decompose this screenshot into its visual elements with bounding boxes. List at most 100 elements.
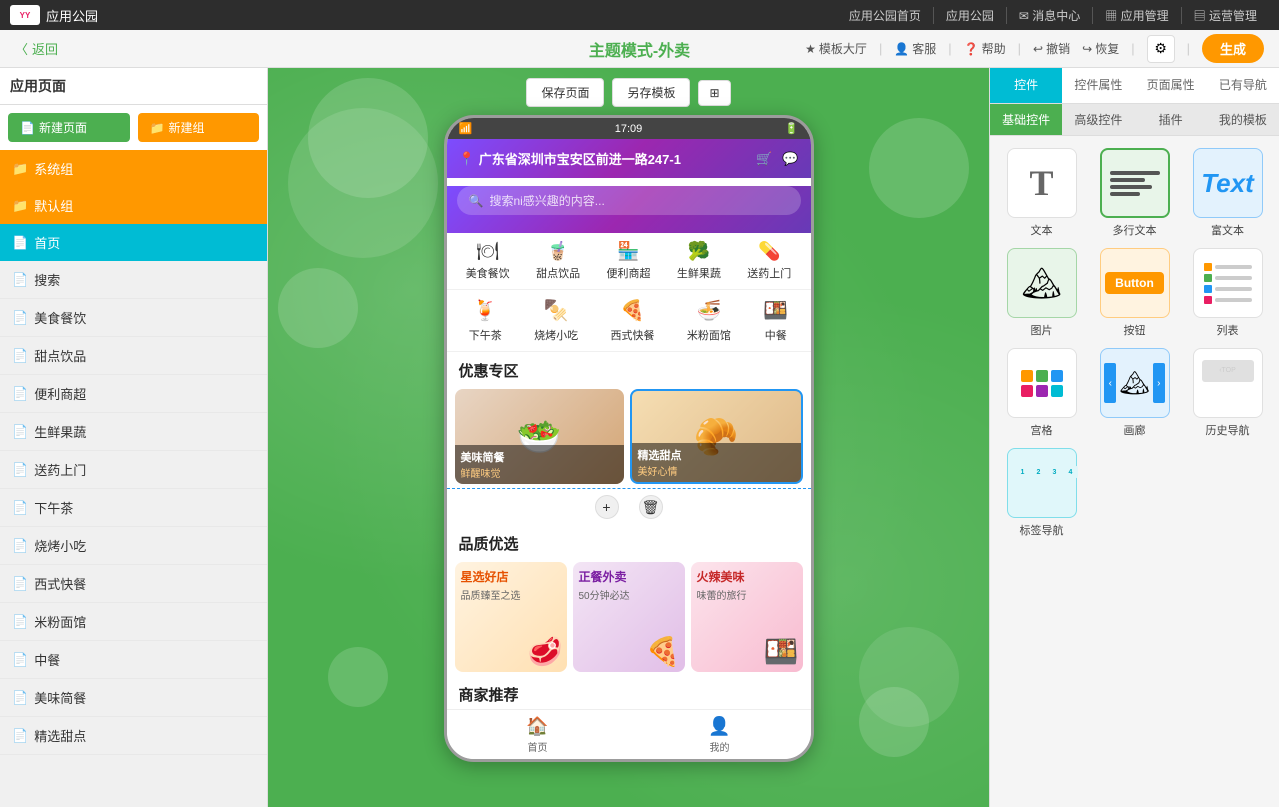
back-button[interactable]: 〈 返回: [15, 39, 58, 58]
sidebar-item-search[interactable]: 📄 搜索: [0, 261, 267, 299]
widget-richtext[interactable]: Text 富文本: [1186, 148, 1269, 238]
page-icon: 📄: [12, 538, 28, 554]
page-icon: 📄: [12, 272, 28, 288]
cart-icon[interactable]: 🛒: [756, 151, 772, 167]
tab-page-props[interactable]: 页面属性: [1135, 68, 1207, 103]
widget-tab-mytemplate[interactable]: 我的模板: [1207, 104, 1279, 135]
page-icon: 📄: [12, 348, 28, 364]
tab-controls[interactable]: 控件: [990, 68, 1062, 103]
widget-tab-basic[interactable]: 基础控件: [990, 104, 1062, 135]
quality-card-2[interactable]: 正餐外卖 50分钟必达 🍕: [573, 562, 685, 672]
template-hall-btn[interactable]: ★ 模板大厅: [805, 40, 867, 57]
widget-gallery[interactable]: ‹ 🏔 › 画廊: [1093, 348, 1176, 438]
subcat-western[interactable]: 🍕 西式快餐: [611, 298, 655, 343]
grid-widget-icon-box: [1007, 348, 1077, 418]
nav-link-app-manage[interactable]: ▦ 应用管理: [1093, 7, 1181, 24]
save-as-template-button[interactable]: 另存模板: [612, 78, 690, 107]
widget-tab-advanced[interactable]: 高级控件: [1062, 104, 1134, 135]
widget-grid-item[interactable]: 宫格: [1000, 348, 1083, 438]
promo-overlay-2: 精选甜点 美好心情: [632, 443, 801, 482]
widget-history[interactable]: ‹TOP 历史导航: [1186, 348, 1269, 438]
medicine-icon: 💊: [758, 241, 780, 262]
new-group-icon: 📁: [150, 121, 165, 135]
sidebar-item-noodle[interactable]: 📄 米粉面馆: [0, 603, 267, 641]
widget-text[interactable]: T 文本: [1000, 148, 1083, 238]
right-panel-tabs: 控件 控件属性 页面属性 已有导航: [990, 68, 1279, 104]
history-widget-label: 历史导航: [1206, 422, 1250, 438]
quality-section: 星选好店 品质臻至之选 🥩 正餐外卖 50分钟必达 🍕 火辣美味 味蕾的旅行: [447, 558, 811, 676]
text-icon: T: [1029, 162, 1053, 204]
widget-button[interactable]: Button 按钮: [1093, 248, 1176, 338]
sidebar-item-dessert[interactable]: 📄 甜点饮品: [0, 337, 267, 375]
folder-icon: 📁: [12, 161, 28, 177]
new-page-button[interactable]: 📄 新建页面: [8, 113, 130, 142]
image-icon: 🏔: [1021, 264, 1062, 302]
settings-button[interactable]: ⚙: [1147, 35, 1175, 63]
sidebar-item-home[interactable]: 📄 首页: [0, 224, 267, 261]
page-icon: 📄: [12, 652, 28, 668]
promo-section-title: 优惠专区: [447, 352, 811, 385]
sidebar-item-medicine[interactable]: 📄 送药上门: [0, 451, 267, 489]
sidebar-item-system[interactable]: 📁 系统组: [0, 150, 267, 187]
signal-icon: 📶: [459, 122, 473, 135]
quality-card-3[interactable]: 火辣美味 味蕾的旅行 🍱: [691, 562, 803, 672]
promo-card-1[interactable]: 🥗 美味简餐 鲜醒味觉: [455, 389, 624, 484]
widget-tabnav[interactable]: 1 2 3 4 标签导航: [1000, 448, 1083, 538]
settings-icon-button[interactable]: ⊞: [698, 80, 730, 106]
nav-link-park[interactable]: 应用公园: [934, 7, 1007, 24]
subcat-tea[interactable]: 🍹 下午茶: [469, 298, 502, 343]
sidebar-item-default[interactable]: 📁 默认组: [0, 187, 267, 224]
quality-card-1[interactable]: 星选好店 品质臻至之选 🥩: [455, 562, 567, 672]
bottom-nav-mine[interactable]: 👤 我的: [629, 716, 811, 754]
customer-service-btn[interactable]: 👤 客服: [894, 40, 936, 57]
undo-btn[interactable]: ↩ 撤销: [1033, 40, 1070, 57]
top-nav-links: 应用公园首页 应用公园 ✉ 消息中心 ▦ 应用管理 ▤ 运营管理: [837, 7, 1269, 24]
sidebar-item-chinese[interactable]: 📄 中餐: [0, 641, 267, 679]
subcat-bbq[interactable]: 🍢 烧烤小吃: [534, 298, 578, 343]
sidebar-item-fresh[interactable]: 📄 生鲜果蔬: [0, 413, 267, 451]
sidebar-item-simple-meal[interactable]: 📄 美味简餐: [0, 679, 267, 717]
help-btn[interactable]: ❓ 帮助: [964, 40, 1006, 57]
bottom-nav-home[interactable]: 🏠 首页: [447, 716, 629, 754]
subcat-chinese[interactable]: 🍱 中餐: [763, 298, 788, 343]
generate-button[interactable]: 生成: [1202, 34, 1264, 63]
search-icon: 🔍: [469, 194, 484, 208]
back-chevron-icon: 〈: [15, 39, 28, 58]
nav-link-message[interactable]: ✉ 消息中心: [1007, 7, 1093, 24]
quality-food-icon-3: 🍱: [764, 635, 799, 668]
category-medicine[interactable]: 💊 送药上门: [747, 241, 791, 281]
sidebar-item-food[interactable]: 📄 美食餐饮: [0, 299, 267, 337]
home-icon: 🏠: [526, 716, 548, 737]
sidebar-item-afternoon-tea[interactable]: 📄 下午茶: [0, 489, 267, 527]
category-dessert[interactable]: 🧋 甜点饮品: [536, 241, 580, 281]
tab-control-props[interactable]: 控件属性: [1062, 68, 1134, 103]
widget-multitext[interactable]: 多行文本: [1093, 148, 1176, 238]
sidebar-item-bbq[interactable]: 📄 烧烤小吃: [0, 527, 267, 565]
widget-tab-plugin[interactable]: 插件: [1135, 104, 1207, 135]
phone-search-bar[interactable]: 🔍 搜索ni感兴趣的内容...: [457, 186, 801, 215]
page-icon: 📄: [12, 728, 28, 744]
nav-link-ops[interactable]: ▤ 运营管理: [1182, 7, 1269, 24]
subcat-noodle[interactable]: 🍜 米粉面馆: [687, 298, 731, 343]
chat-icon[interactable]: 💬: [782, 151, 798, 167]
sidebar-item-sweet[interactable]: 📄 精选甜点: [0, 717, 267, 755]
save-page-button[interactable]: 保存页面: [526, 78, 604, 107]
sidebar-item-convenience[interactable]: 📄 便利商超: [0, 375, 267, 413]
widget-grid: T 文本 多行文本 Text: [990, 136, 1279, 550]
back-label: 返回: [32, 39, 58, 58]
phone-bottom-nav: 🏠 首页 👤 我的: [447, 709, 811, 759]
page-icon: 📄: [12, 235, 28, 251]
redo-btn[interactable]: ↪ 恢复: [1082, 40, 1119, 57]
widget-list[interactable]: 列表: [1186, 248, 1269, 338]
category-food[interactable]: 🍽 美食餐饮: [466, 241, 510, 281]
new-group-button[interactable]: 📁 新建组: [138, 113, 260, 142]
widget-image[interactable]: 🏔 图片: [1000, 248, 1083, 338]
add-promo-button[interactable]: +: [595, 495, 619, 519]
category-fresh[interactable]: 🥦 生鲜果蔬: [677, 241, 721, 281]
sidebar-item-western[interactable]: 📄 西式快餐: [0, 565, 267, 603]
tab-existing-nav[interactable]: 已有导航: [1207, 68, 1279, 103]
category-convenience[interactable]: 🏪 便利商超: [606, 241, 650, 281]
promo-card-2[interactable]: 🥐 精选甜点 美好心情: [630, 389, 803, 484]
delete-promo-button[interactable]: 🗑: [639, 495, 663, 519]
nav-link-home[interactable]: 应用公园首页: [837, 7, 934, 24]
